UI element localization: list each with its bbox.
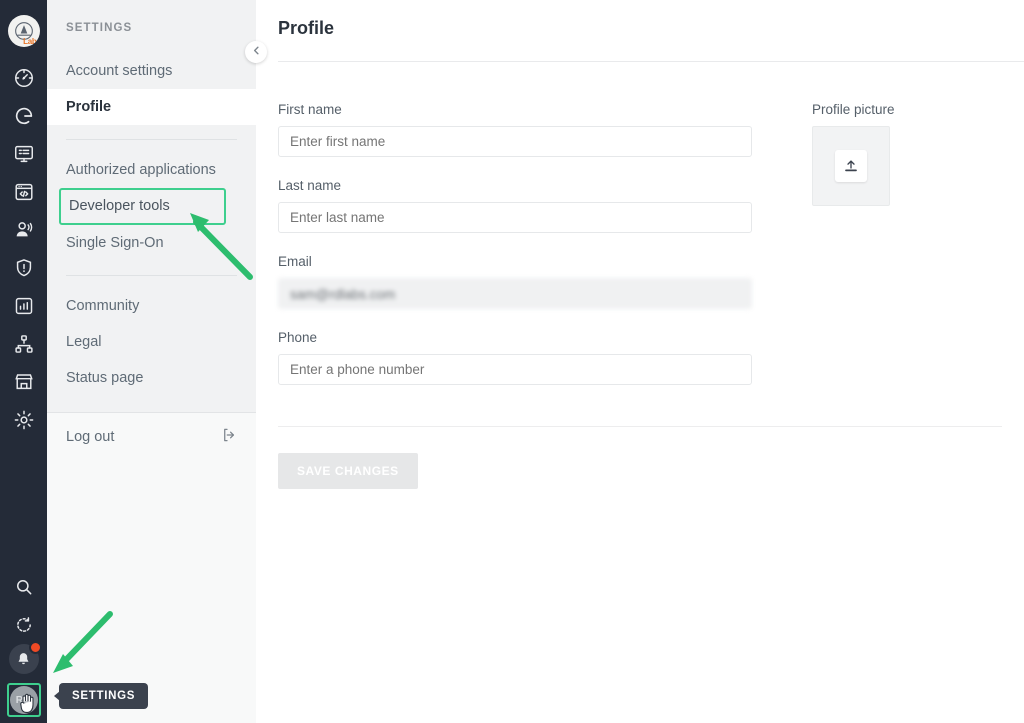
sidebar-nav-group-developer: Authorized applications Developer tools … [47,152,256,260]
sidebar-nav-group-account: Account settings Profile [47,53,256,126]
sidebar-item-authorized-applications[interactable]: Authorized applications [47,152,256,188]
logo-text: Lab [23,37,37,46]
search-icon[interactable] [0,568,47,606]
chart-report-icon[interactable] [0,287,47,325]
field-first-name: First name [278,102,752,157]
avatar: RO [9,686,38,714]
email-label: Email [278,254,312,269]
field-last-name: Last name [278,178,752,233]
profile-form: First name Last name Email sam@rdlabs.co… [256,62,1024,406]
main-content: Profile First name Last name Email sam@r… [256,0,1024,723]
chevron-left-icon [251,43,262,61]
last-name-input[interactable] [278,202,752,233]
profile-picture-upload[interactable] [812,126,890,206]
save-area: SAVE CHANGES [256,427,1024,489]
sidebar-heading: SETTINGS [66,22,133,34]
profile-picture-label: Profile picture [812,102,895,117]
sidebar-upper: SETTINGS Account settings Profile Author… [47,0,256,412]
phone-input[interactable] [278,354,752,385]
sidebar-item-status-page[interactable]: Status page [47,360,256,396]
dashboard-gauge-icon[interactable] [0,59,47,97]
save-changes-button[interactable]: SAVE CHANGES [278,453,418,489]
email-value: sam@rdlabs.com [278,278,752,309]
app-logo[interactable]: Lab [7,15,40,47]
sidebar-collapse-button[interactable] [245,41,267,63]
upload-icon [835,150,867,182]
page-title: Profile [278,18,335,38]
settings-sidebar: SETTINGS Account settings Profile Author… [47,0,267,723]
sidebar-item-profile[interactable]: Profile [47,89,256,126]
sidebar-item-community[interactable]: Community [47,288,256,324]
sidebar-item-account-settings[interactable]: Account settings [47,53,256,89]
first-name-label: First name [278,102,342,117]
sidebar-nav-group-links: Community Legal Status page [47,288,256,396]
logout-icon [221,427,237,447]
logout-label: Log out [66,429,115,445]
phone-label: Phone [278,330,318,345]
app-root: Lab RO SETTINGS Account settings Profile… [0,0,1024,723]
monitor-list-icon[interactable] [0,135,47,173]
sidebar-empty-space [47,461,256,723]
main-header: Profile [256,0,1024,62]
history-refresh-icon[interactable] [0,606,47,644]
field-email: Email sam@rdlabs.com [278,254,752,309]
field-phone: Phone [278,330,752,385]
rail-bottom-group: RO [0,568,47,723]
users-icon[interactable] [0,211,47,249]
first-name-input[interactable] [278,126,752,157]
last-name-label: Last name [278,178,342,193]
primary-nav-rail: Lab RO [0,0,47,723]
sidebar-item-developer-tools[interactable]: Developer tools [59,188,226,225]
form-fields-column: First name Last name Email sam@rdlabs.co… [278,102,752,406]
marketplace-store-icon[interactable] [0,363,47,401]
sidebar-item-legal[interactable]: Legal [47,324,256,360]
profile-picture-column: Profile picture [812,102,895,406]
grafana-g-icon[interactable] [0,97,47,135]
gear-settings-icon[interactable] [0,401,47,439]
code-browser-icon[interactable] [0,173,47,211]
logout-button[interactable]: Log out [47,413,256,461]
notification-badge [28,641,42,654]
sidebar-divider-2 [66,274,237,276]
sitemap-icon[interactable] [0,325,47,363]
user-avatar-button[interactable]: RO [6,683,41,717]
sidebar-divider-1 [66,139,237,141]
bell-icon[interactable] [8,641,42,674]
shield-alert-icon[interactable] [0,249,47,287]
sidebar-item-single-sign-on[interactable]: Single Sign-On [47,225,256,261]
